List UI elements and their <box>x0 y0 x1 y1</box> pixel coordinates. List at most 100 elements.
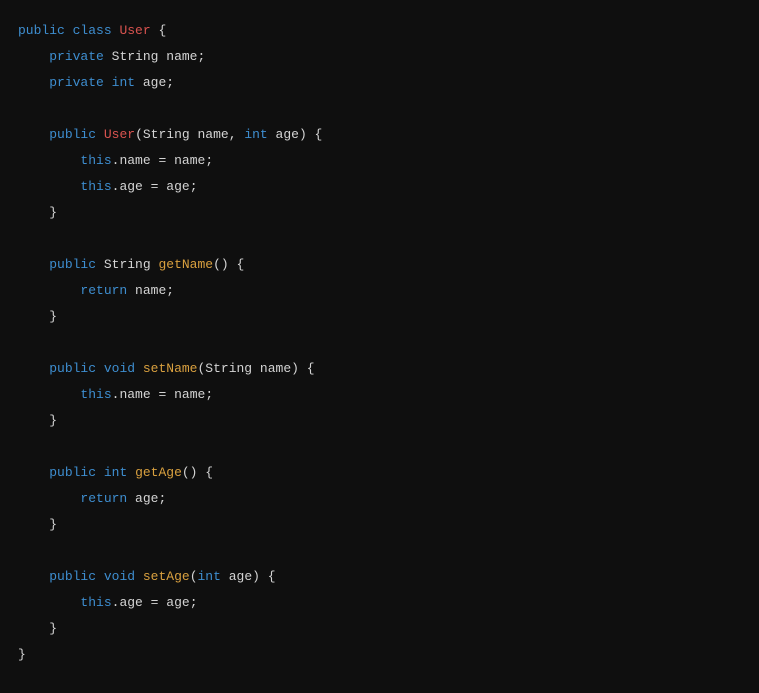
token-pn: ) { <box>291 361 314 376</box>
token-kw: this <box>80 179 111 194</box>
token-kw: this <box>80 153 111 168</box>
code-line <box>18 226 741 252</box>
code-line: public void setAge(int age) { <box>18 564 741 590</box>
token-pn: () { <box>182 465 213 480</box>
code-line: } <box>18 304 741 330</box>
token-pn: ; <box>158 491 166 506</box>
token-var: name <box>119 387 150 402</box>
token-kw: int <box>104 465 127 480</box>
token-pn: ; <box>190 595 198 610</box>
token-kw: public <box>49 569 96 584</box>
token-pn: () { <box>213 257 244 272</box>
code-line <box>18 96 741 122</box>
code-line: private String name; <box>18 44 741 70</box>
token-pn: { <box>158 23 166 38</box>
token-kw: this <box>80 595 111 610</box>
token-var: name <box>135 283 166 298</box>
token-pn: ) { <box>252 569 275 584</box>
token-var: name <box>119 153 150 168</box>
token-method: getName <box>158 257 213 272</box>
code-line: this.name = name; <box>18 382 741 408</box>
code-line: public int getAge() { <box>18 460 741 486</box>
token-var: age <box>119 179 142 194</box>
token-kw: return <box>80 491 127 506</box>
token-pn: ) { <box>299 127 322 142</box>
token-var: name <box>198 127 229 142</box>
code-editor: public class User { private String name;… <box>18 18 741 668</box>
token-var: name <box>260 361 291 376</box>
token-type: String <box>205 361 252 376</box>
token-cls: User <box>104 127 135 142</box>
code-line: } <box>18 616 741 642</box>
token-pn: ( <box>135 127 143 142</box>
code-line: this.age = age; <box>18 174 741 200</box>
token-var: name <box>166 49 197 64</box>
code-line: public User(String name, int age) { <box>18 122 741 148</box>
token-var: age <box>166 595 189 610</box>
token-pn: } <box>49 517 57 532</box>
code-line: } <box>18 642 741 668</box>
token-kw: return <box>80 283 127 298</box>
code-line <box>18 538 741 564</box>
token-kw: public <box>18 23 65 38</box>
token-method: getAge <box>135 465 182 480</box>
token-pn: ; <box>190 179 198 194</box>
token-kw: public <box>49 257 96 272</box>
token-pn: ( <box>190 569 198 584</box>
token-pn: } <box>49 621 57 636</box>
token-var: age <box>143 75 166 90</box>
token-pn: , <box>229 127 245 142</box>
token-pn: = <box>158 153 166 168</box>
code-line: private int age; <box>18 70 741 96</box>
token-pn: ; <box>205 153 213 168</box>
code-line: public void setName(String name) { <box>18 356 741 382</box>
token-kw: public <box>49 465 96 480</box>
token-kw: void <box>104 569 135 584</box>
token-kw: public <box>49 361 96 376</box>
code-line: public class User { <box>18 18 741 44</box>
token-pn: } <box>49 413 57 428</box>
token-method: setAge <box>143 569 190 584</box>
token-type: String <box>143 127 190 142</box>
token-var: age <box>135 491 158 506</box>
code-line: } <box>18 408 741 434</box>
token-var: age <box>229 569 252 584</box>
token-var: age <box>276 127 299 142</box>
token-var: age <box>166 179 189 194</box>
token-pn: ; <box>197 49 205 64</box>
code-line: this.age = age; <box>18 590 741 616</box>
token-kw: int <box>112 75 135 90</box>
token-pn: ; <box>166 283 174 298</box>
token-type: String <box>104 257 151 272</box>
code-line <box>18 434 741 460</box>
token-var: name <box>174 153 205 168</box>
token-kw: int <box>198 569 221 584</box>
token-method: setName <box>143 361 198 376</box>
code-line: return age; <box>18 486 741 512</box>
code-line: return name; <box>18 278 741 304</box>
token-kw: public <box>49 127 96 142</box>
token-pn: } <box>49 205 57 220</box>
code-line: this.name = name; <box>18 148 741 174</box>
code-line <box>18 330 741 356</box>
token-kw: int <box>244 127 267 142</box>
token-kw: private <box>49 49 104 64</box>
token-pn: ; <box>166 75 174 90</box>
token-pn: } <box>18 647 26 662</box>
token-pn: = <box>158 387 166 402</box>
token-var: name <box>174 387 205 402</box>
token-kw: this <box>80 387 111 402</box>
token-kw: class <box>73 23 112 38</box>
token-pn: = <box>151 179 159 194</box>
code-line: } <box>18 200 741 226</box>
code-line: public String getName() { <box>18 252 741 278</box>
token-pn: ; <box>205 387 213 402</box>
token-type: String <box>112 49 159 64</box>
token-pn: = <box>151 595 159 610</box>
token-var: age <box>119 595 142 610</box>
code-line: } <box>18 512 741 538</box>
token-cls: User <box>119 23 150 38</box>
token-pn: } <box>49 309 57 324</box>
token-kw: void <box>104 361 135 376</box>
token-kw: private <box>49 75 104 90</box>
